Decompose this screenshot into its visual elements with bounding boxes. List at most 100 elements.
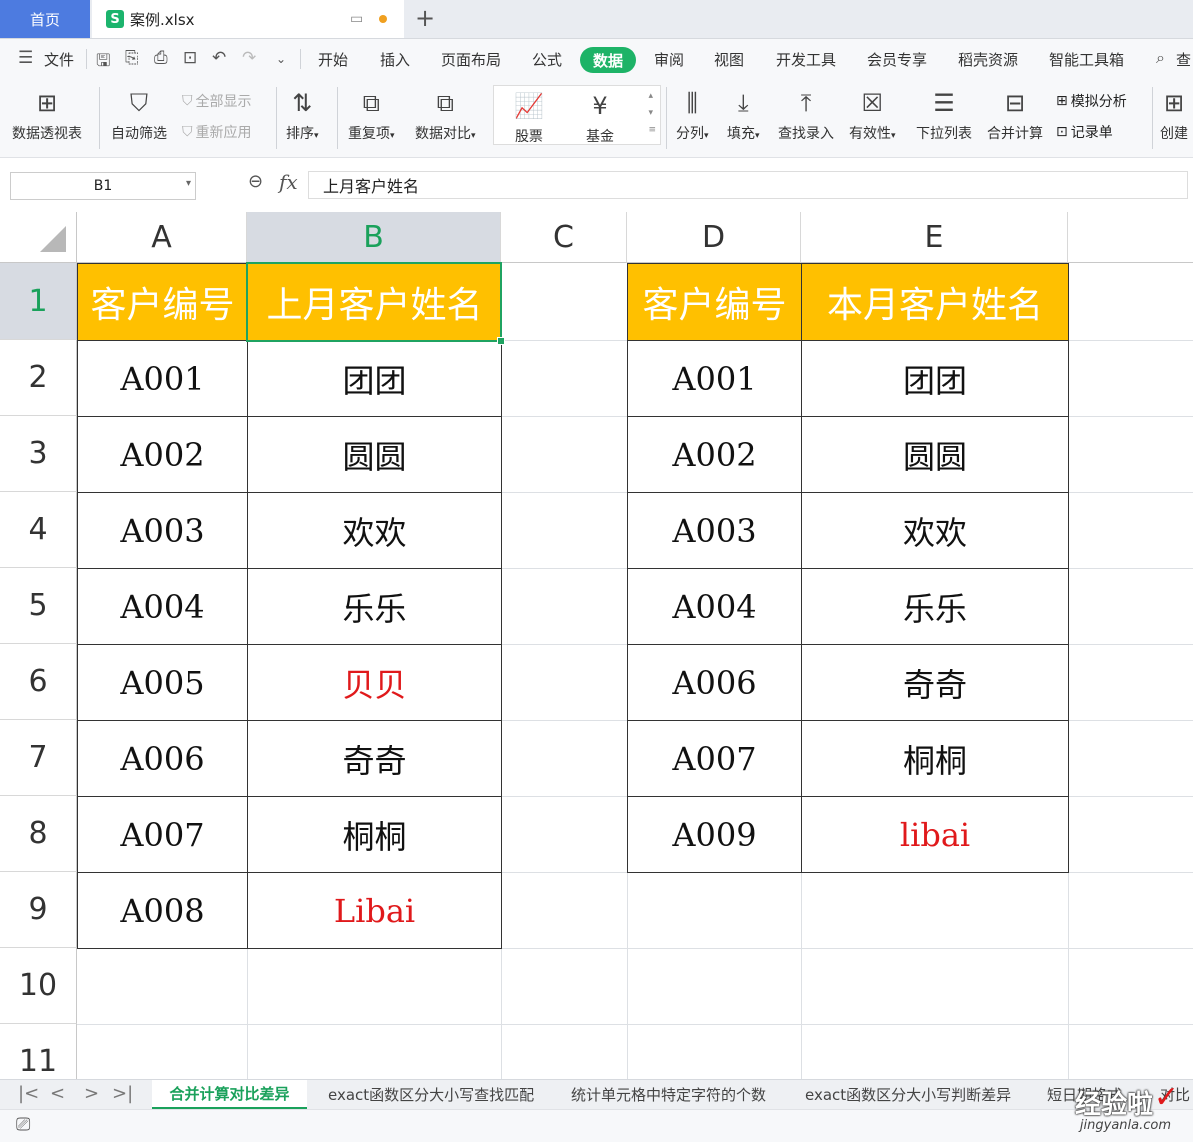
- menu-file[interactable]: 文件: [44, 49, 74, 70]
- duplicates-button[interactable]: ⧉ 重复项▾: [348, 85, 395, 143]
- menu-data[interactable]: 数据: [580, 47, 636, 73]
- hamburger-icon[interactable]: ☰: [18, 48, 33, 68]
- print-icon[interactable]: ⎙: [154, 48, 168, 68]
- chevron-down-icon[interactable]: ▾: [186, 178, 191, 189]
- print-preview-icon[interactable]: ⊡: [183, 48, 197, 68]
- data-compare-button[interactable]: ⧉ 数据对比▾: [415, 85, 476, 143]
- gallery-scroll[interactable]: ▴ ▾ ≡: [648, 88, 656, 139]
- menu-home[interactable]: 开始: [318, 49, 348, 70]
- last-sheet-icon[interactable]: >|: [112, 1083, 133, 1104]
- undo-icon[interactable]: ↶: [212, 48, 226, 68]
- split-column-button[interactable]: ⫼ 分列▾: [676, 85, 709, 143]
- cell-b2[interactable]: 团团: [247, 340, 502, 417]
- dropdown-list-button[interactable]: ☰ 下拉列表: [916, 85, 972, 143]
- row-header-10[interactable]: 10: [0, 948, 77, 1024]
- cell-e3[interactable]: 圆圆: [801, 416, 1069, 493]
- fill-button[interactable]: ⤓ 填充▾: [727, 85, 760, 143]
- sort-button[interactable]: ⇅ 排序▾: [286, 85, 319, 143]
- cell-e1[interactable]: 本月客户姓名: [801, 263, 1069, 341]
- row-header-5[interactable]: 5: [0, 568, 77, 644]
- zoom-formula-icon[interactable]: ⊖: [248, 171, 263, 192]
- pivot-table-button[interactable]: ⊞ 数据透视表: [12, 85, 82, 143]
- cell-d1[interactable]: 客户编号: [627, 263, 802, 341]
- row-header-2[interactable]: 2: [0, 340, 77, 416]
- menu-developer[interactable]: 开发工具: [776, 49, 836, 70]
- cell-e8[interactable]: libai: [801, 796, 1069, 873]
- column-header-e[interactable]: E: [801, 212, 1068, 263]
- cell-b6[interactable]: 贝贝: [247, 644, 502, 721]
- cell-a8[interactable]: A007: [77, 796, 248, 873]
- menu-member[interactable]: 会员专享: [867, 49, 927, 70]
- next-sheet-icon[interactable]: >: [84, 1083, 99, 1104]
- lookup-entry-button[interactable]: ⤒ 查找录入: [778, 85, 834, 143]
- insert-function-button[interactable]: fx: [279, 170, 298, 194]
- cell-b8[interactable]: 桐桐: [247, 796, 502, 873]
- row-header-6[interactable]: 6: [0, 644, 77, 720]
- row-header-8[interactable]: 8: [0, 796, 77, 872]
- menu-insert[interactable]: 插入: [380, 49, 410, 70]
- menu-formula[interactable]: 公式: [532, 49, 562, 70]
- cell-d2[interactable]: A001: [627, 340, 802, 417]
- select-all-corner[interactable]: [0, 212, 77, 263]
- cell-a6[interactable]: A005: [77, 644, 248, 721]
- cell-b5[interactable]: 乐乐: [247, 568, 502, 645]
- cell-a1[interactable]: 客户编号: [77, 263, 248, 341]
- column-header-d[interactable]: D: [627, 212, 801, 263]
- cell-b4[interactable]: 欢欢: [247, 492, 502, 569]
- menu-page-layout[interactable]: 页面布局: [441, 49, 501, 70]
- row-header-11[interactable]: 11: [0, 1024, 77, 1079]
- consolidate-button[interactable]: ⊟ 合并计算: [987, 85, 1043, 143]
- name-box[interactable]: B1 ▾: [10, 172, 196, 200]
- home-tab[interactable]: 首页: [0, 0, 90, 38]
- export-icon[interactable]: ⎘: [125, 48, 139, 68]
- record-form-button[interactable]: ⊡ 记录单: [1056, 122, 1113, 142]
- redo-icon[interactable]: ↷: [242, 48, 256, 68]
- search-icon[interactable]: ⌕: [1156, 48, 1165, 68]
- cell-d6[interactable]: A006: [627, 644, 802, 721]
- show-all-button[interactable]: ⛉ 全部显示: [182, 91, 252, 111]
- cell-b3[interactable]: 圆圆: [247, 416, 502, 493]
- sheet-tab[interactable]: exact函数区分大小写查找匹配: [328, 1080, 534, 1109]
- menu-view[interactable]: 视图: [714, 49, 744, 70]
- column-header-b[interactable]: B: [247, 212, 501, 263]
- cell-b7[interactable]: 奇奇: [247, 720, 502, 797]
- cell-e2[interactable]: 团团: [801, 340, 1069, 417]
- row-header-9[interactable]: 9: [0, 872, 77, 948]
- cell-d3[interactable]: A002: [627, 416, 802, 493]
- simulate-analysis-button[interactable]: ⊞ 模拟分析: [1056, 91, 1127, 111]
- stock-button[interactable]: 📈 股票: [514, 88, 544, 146]
- cell-d4[interactable]: A003: [627, 492, 802, 569]
- column-header-c[interactable]: C: [501, 212, 627, 263]
- cell-d8[interactable]: A009: [627, 796, 802, 873]
- cell-a5[interactable]: A004: [77, 568, 248, 645]
- sheet-tab[interactable]: 统计单元格中特定字符的个数: [571, 1080, 766, 1109]
- validity-button[interactable]: ☒ 有效性▾: [849, 85, 896, 143]
- file-tab[interactable]: S 案例.xlsx ▭: [92, 0, 404, 38]
- cell-e4[interactable]: 欢欢: [801, 492, 1069, 569]
- cell-a7[interactable]: A006: [77, 720, 248, 797]
- macro-record-icon[interactable]: ⎚: [16, 1114, 30, 1135]
- first-sheet-icon[interactable]: |<: [18, 1083, 39, 1104]
- menu-docer[interactable]: 稻壳资源: [958, 49, 1018, 70]
- row-header-7[interactable]: 7: [0, 720, 77, 796]
- cell-b9[interactable]: Libai: [247, 872, 502, 949]
- monitor-icon[interactable]: ▭: [350, 11, 363, 27]
- cell-a3[interactable]: A002: [77, 416, 248, 493]
- new-tab-button[interactable]: +: [415, 4, 435, 32]
- menu-smart-tools[interactable]: 智能工具箱: [1049, 49, 1124, 70]
- column-header-next[interactable]: [1068, 212, 1193, 263]
- cell-d5[interactable]: A004: [627, 568, 802, 645]
- fill-handle[interactable]: [497, 337, 505, 345]
- menu-search[interactable]: 查: [1176, 49, 1191, 70]
- row-header-1[interactable]: 1: [0, 263, 77, 340]
- prev-sheet-icon[interactable]: <: [50, 1083, 65, 1104]
- formula-input[interactable]: 上月客户姓名: [308, 171, 1188, 199]
- cell-a4[interactable]: A003: [77, 492, 248, 569]
- reapply-button[interactable]: ⛉ 重新应用: [182, 122, 252, 142]
- cell-e6[interactable]: 奇奇: [801, 644, 1069, 721]
- column-header-a[interactable]: A: [77, 212, 247, 263]
- cell-b1[interactable]: 上月客户姓名: [247, 263, 502, 341]
- menu-review[interactable]: 审阅: [654, 49, 684, 70]
- cell-e5[interactable]: 乐乐: [801, 568, 1069, 645]
- sheet-tab[interactable]: exact函数区分大小写判断差异: [805, 1080, 1011, 1109]
